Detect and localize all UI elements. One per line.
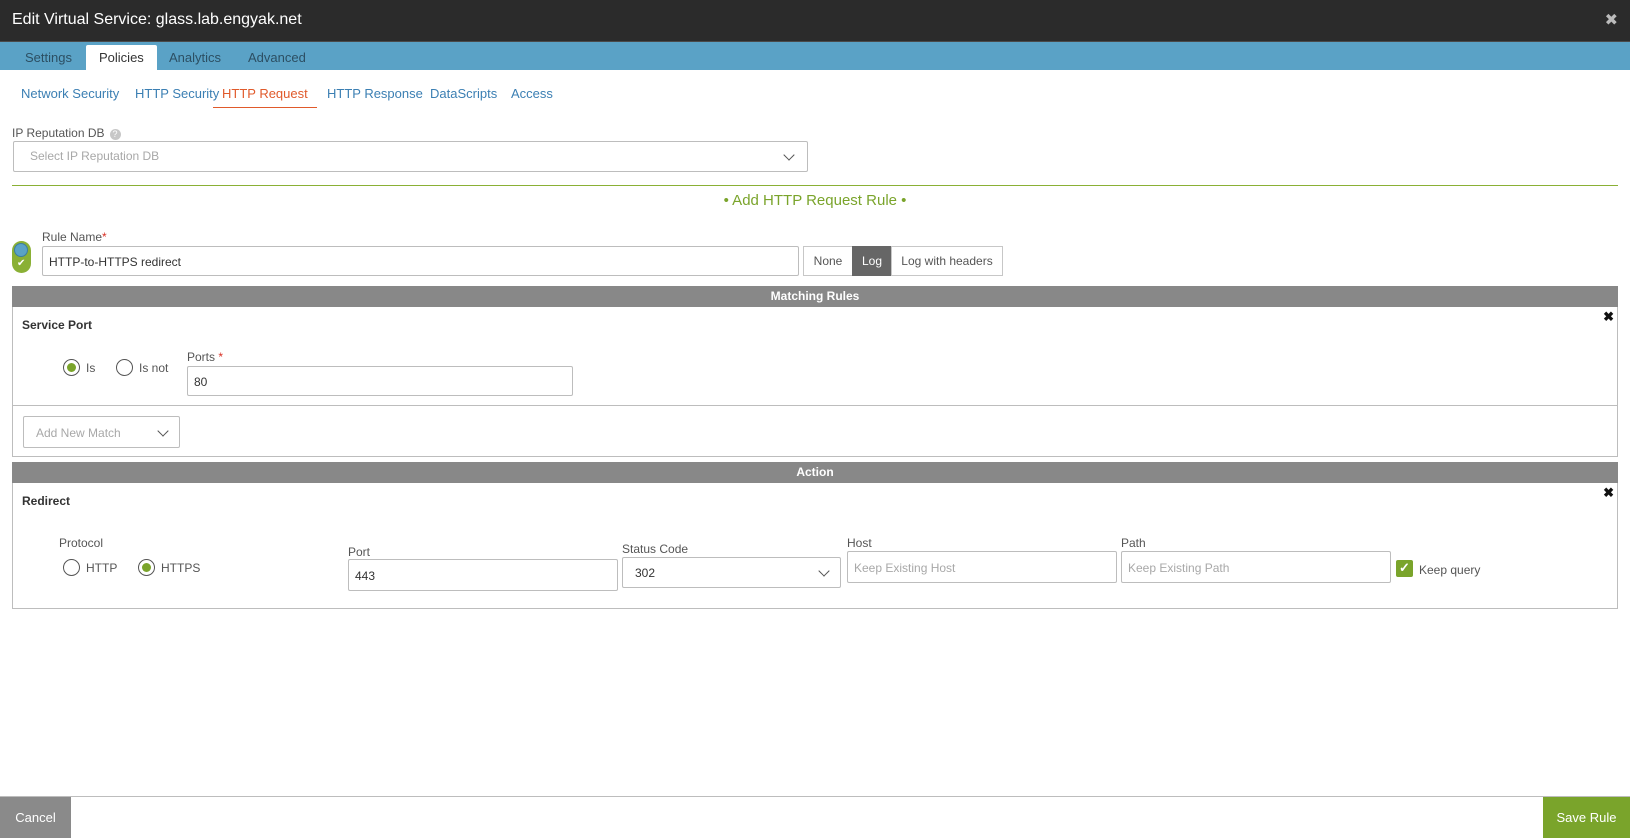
window-title: Edit Virtual Service: glass.lab.engyak.n… [12,11,302,28]
ip-reputation-select[interactable]: Select IP Reputation DB [13,141,808,172]
redirect-port-label: Port [348,545,371,559]
matching-rules-panel: ✖ Service Port Is Is not Ports * 80 Add … [12,307,1618,457]
status-code-select[interactable]: 302 [622,557,841,588]
tab-advanced[interactable]: Advanced [235,45,319,70]
window-titlebar: Edit Virtual Service: glass.lab.engyak.n… [0,0,1630,42]
protocol-https-label: HTTPS [161,561,201,575]
ports-label-text: Ports [187,350,216,364]
subtab-access[interactable]: Access [511,86,553,101]
service-port-is-not-radio[interactable] [116,359,133,376]
check-icon: ✓ [1399,560,1410,575]
cancel-button[interactable]: Cancel [0,797,71,838]
keep-query-label: Keep query [1419,563,1481,577]
host-placeholder: Keep Existing Host [854,561,956,575]
log-option-log-with-headers[interactable]: Log with headers [891,246,1003,276]
close-icon[interactable]: ✖ [1605,10,1618,30]
ports-required-marker: * [218,350,224,364]
ip-reputation-label: IP Reputation DB? [12,126,121,140]
host-label: Host [847,536,872,550]
save-rule-button[interactable]: Save Rule [1543,797,1630,838]
rule-name-label: Rule Name* [42,230,107,244]
match-divider [13,405,1617,406]
tab-settings[interactable]: Settings [12,45,85,70]
ports-input[interactable]: 80 [187,366,573,396]
tab-analytics[interactable]: Analytics [156,45,234,70]
help-icon[interactable]: ? [109,129,121,140]
path-label: Path [1121,536,1146,550]
service-port-title: Service Port [22,318,93,332]
chevron-down-icon [157,425,169,437]
ip-reputation-label-text: IP Reputation DB [12,126,105,140]
service-port-is-radio[interactable] [63,359,80,376]
protocol-label: Protocol [59,536,104,550]
footer-bar: Cancel Save Rule [0,796,1630,838]
service-port-is-label: Is [86,361,96,375]
subtab-http-response[interactable]: HTTP Response [327,86,423,101]
toggle-knob [14,243,28,257]
rule-name-label-text: Rule Name [42,230,103,244]
tab-policies[interactable]: Policies [86,45,157,70]
required-marker: * [102,230,107,244]
rule-enable-toggle[interactable]: ✔ [12,241,31,273]
service-port-is-not-label: Is not [139,361,169,375]
protocol-https-radio[interactable] [138,559,155,576]
path-input[interactable]: Keep Existing Path [1121,551,1391,583]
ports-label: Ports * [187,350,223,364]
redirect-title: Redirect [22,494,71,508]
redirect-port-input[interactable]: 443 [348,559,618,591]
subtab-http-security[interactable]: HTTP Security [135,86,219,101]
keep-query-checkbox[interactable]: ✓ [1396,560,1413,577]
subtab-network-security[interactable]: Network Security [21,86,119,101]
ip-reputation-placeholder: Select IP Reputation DB [30,149,160,163]
chevron-down-icon [783,149,795,161]
action-header: Action [12,462,1618,483]
add-new-match-select[interactable]: Add New Match [23,416,180,448]
check-icon: ✔ [17,258,26,269]
add-http-request-rule-link[interactable]: • Add HTTP Request Rule • [0,192,1630,209]
main-tabbar: Settings Policies Analytics Advanced [0,42,1630,70]
rule-name-value: HTTP-to-HTTPS redirect [49,255,182,269]
rule-name-input[interactable]: HTTP-to-HTTPS redirect [42,246,799,276]
subtab-datascripts[interactable]: DataScripts [430,86,497,101]
log-option-none[interactable]: None [803,246,853,276]
add-new-match-placeholder: Add New Match [36,426,121,440]
log-option-log[interactable]: Log [852,246,892,276]
remove-match-close-icon[interactable]: ✖ [1603,309,1614,325]
host-input[interactable]: Keep Existing Host [847,551,1117,583]
ports-value: 80 [194,375,208,389]
subtab-http-request[interactable]: HTTP Request [213,86,317,108]
status-code-value: 302 [635,566,656,580]
section-divider [12,185,1618,186]
action-panel: ✖ Redirect Protocol HTTP HTTPS Port 443 … [12,483,1618,609]
chevron-down-icon [818,565,830,577]
matching-rules-header: Matching Rules [12,286,1618,307]
status-code-label: Status Code [622,542,689,556]
path-placeholder: Keep Existing Path [1128,561,1230,575]
redirect-port-value: 443 [355,569,376,583]
protocol-http-radio[interactable] [63,559,80,576]
protocol-http-label: HTTP [86,561,118,575]
remove-action-close-icon[interactable]: ✖ [1603,485,1614,501]
